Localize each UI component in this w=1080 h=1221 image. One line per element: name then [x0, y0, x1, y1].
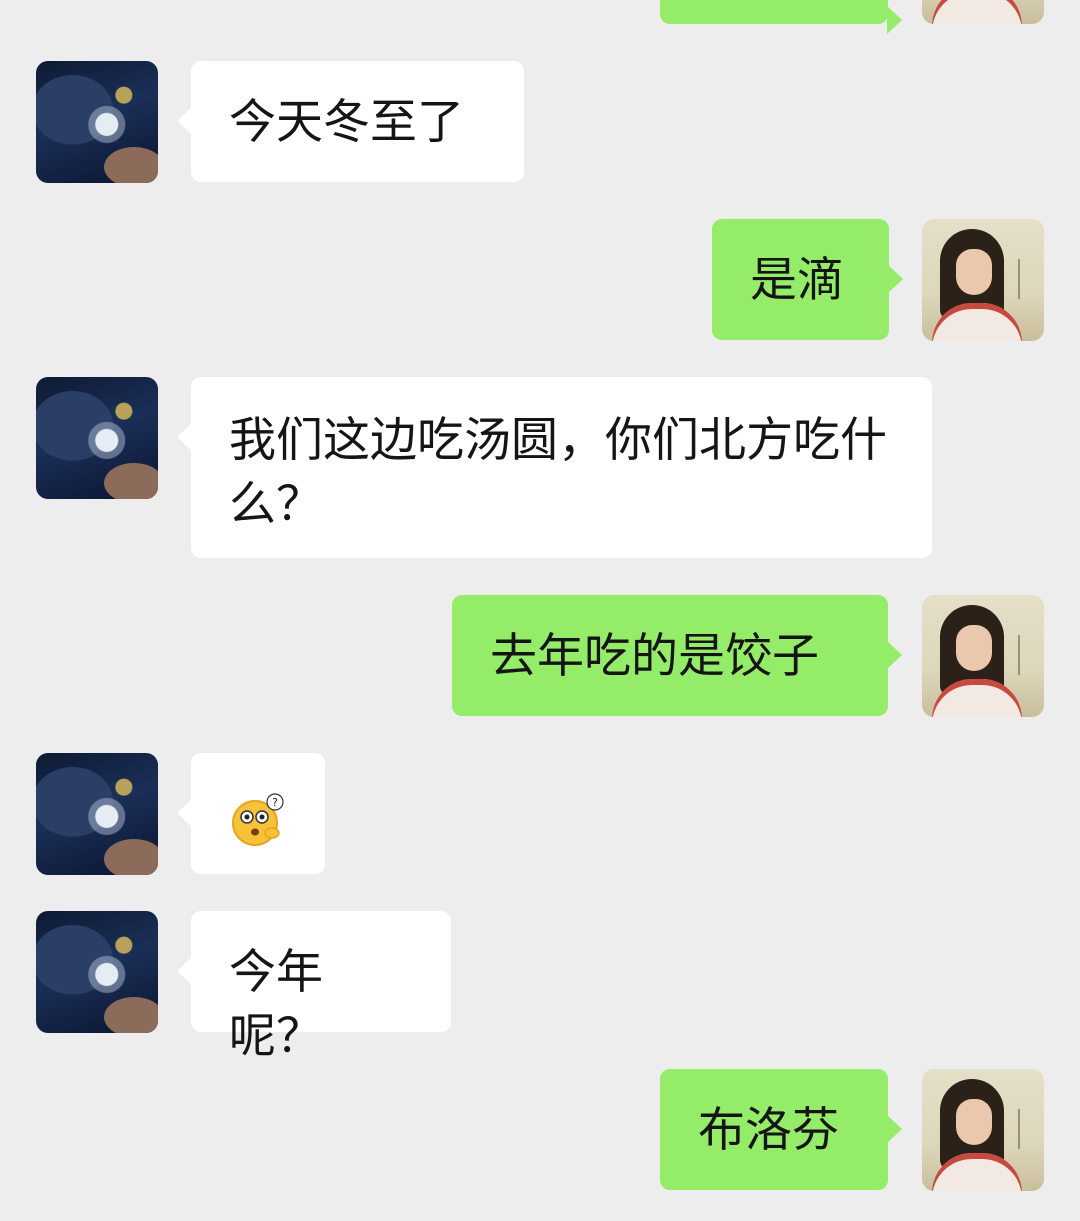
- chat-bubble-partial[interactable]: [660, 0, 902, 34]
- contact-avatar[interactable]: [36, 61, 158, 183]
- contact-avatar[interactable]: [36, 753, 158, 875]
- my-avatar[interactable]: [922, 0, 1044, 24]
- message-text: 是滴: [750, 253, 844, 308]
- message-text: 今天冬至了: [229, 95, 464, 150]
- message-bubble-outgoing[interactable]: 布洛芬: [660, 1069, 902, 1190]
- message-bubble-incoming[interactable]: 今天冬至了: [177, 61, 524, 182]
- message-text: 布洛芬: [698, 1103, 839, 1158]
- message-bubble-incoming[interactable]: ?: [177, 753, 325, 874]
- message-text: 今年呢？: [229, 945, 323, 1064]
- message-bubble-outgoing[interactable]: 去年吃的是饺子: [452, 595, 902, 716]
- my-avatar[interactable]: [922, 595, 1044, 717]
- svg-text:?: ?: [272, 796, 278, 809]
- confused-face-emoji: ?: [232, 793, 284, 846]
- message-text: 我们这边吃汤圆，你们北方吃什么？: [229, 413, 887, 532]
- my-avatar[interactable]: [922, 219, 1044, 341]
- contact-avatar[interactable]: [36, 377, 158, 499]
- my-avatar[interactable]: [922, 1069, 1044, 1191]
- contact-avatar[interactable]: [36, 911, 158, 1033]
- message-bubble-incoming[interactable]: 今年呢？: [177, 911, 451, 1064]
- message-text: 去年吃的是饺子: [490, 629, 819, 684]
- message-bubble-outgoing[interactable]: 是滴: [712, 219, 903, 340]
- chat-thread: 今天冬至了 是滴 我们这边吃汤圆，你们北方吃什么？ 去年吃的是饺子 ? 今年呢？…: [0, 0, 1080, 1221]
- message-bubble-incoming[interactable]: 我们这边吃汤圆，你们北方吃什么？: [177, 377, 932, 558]
